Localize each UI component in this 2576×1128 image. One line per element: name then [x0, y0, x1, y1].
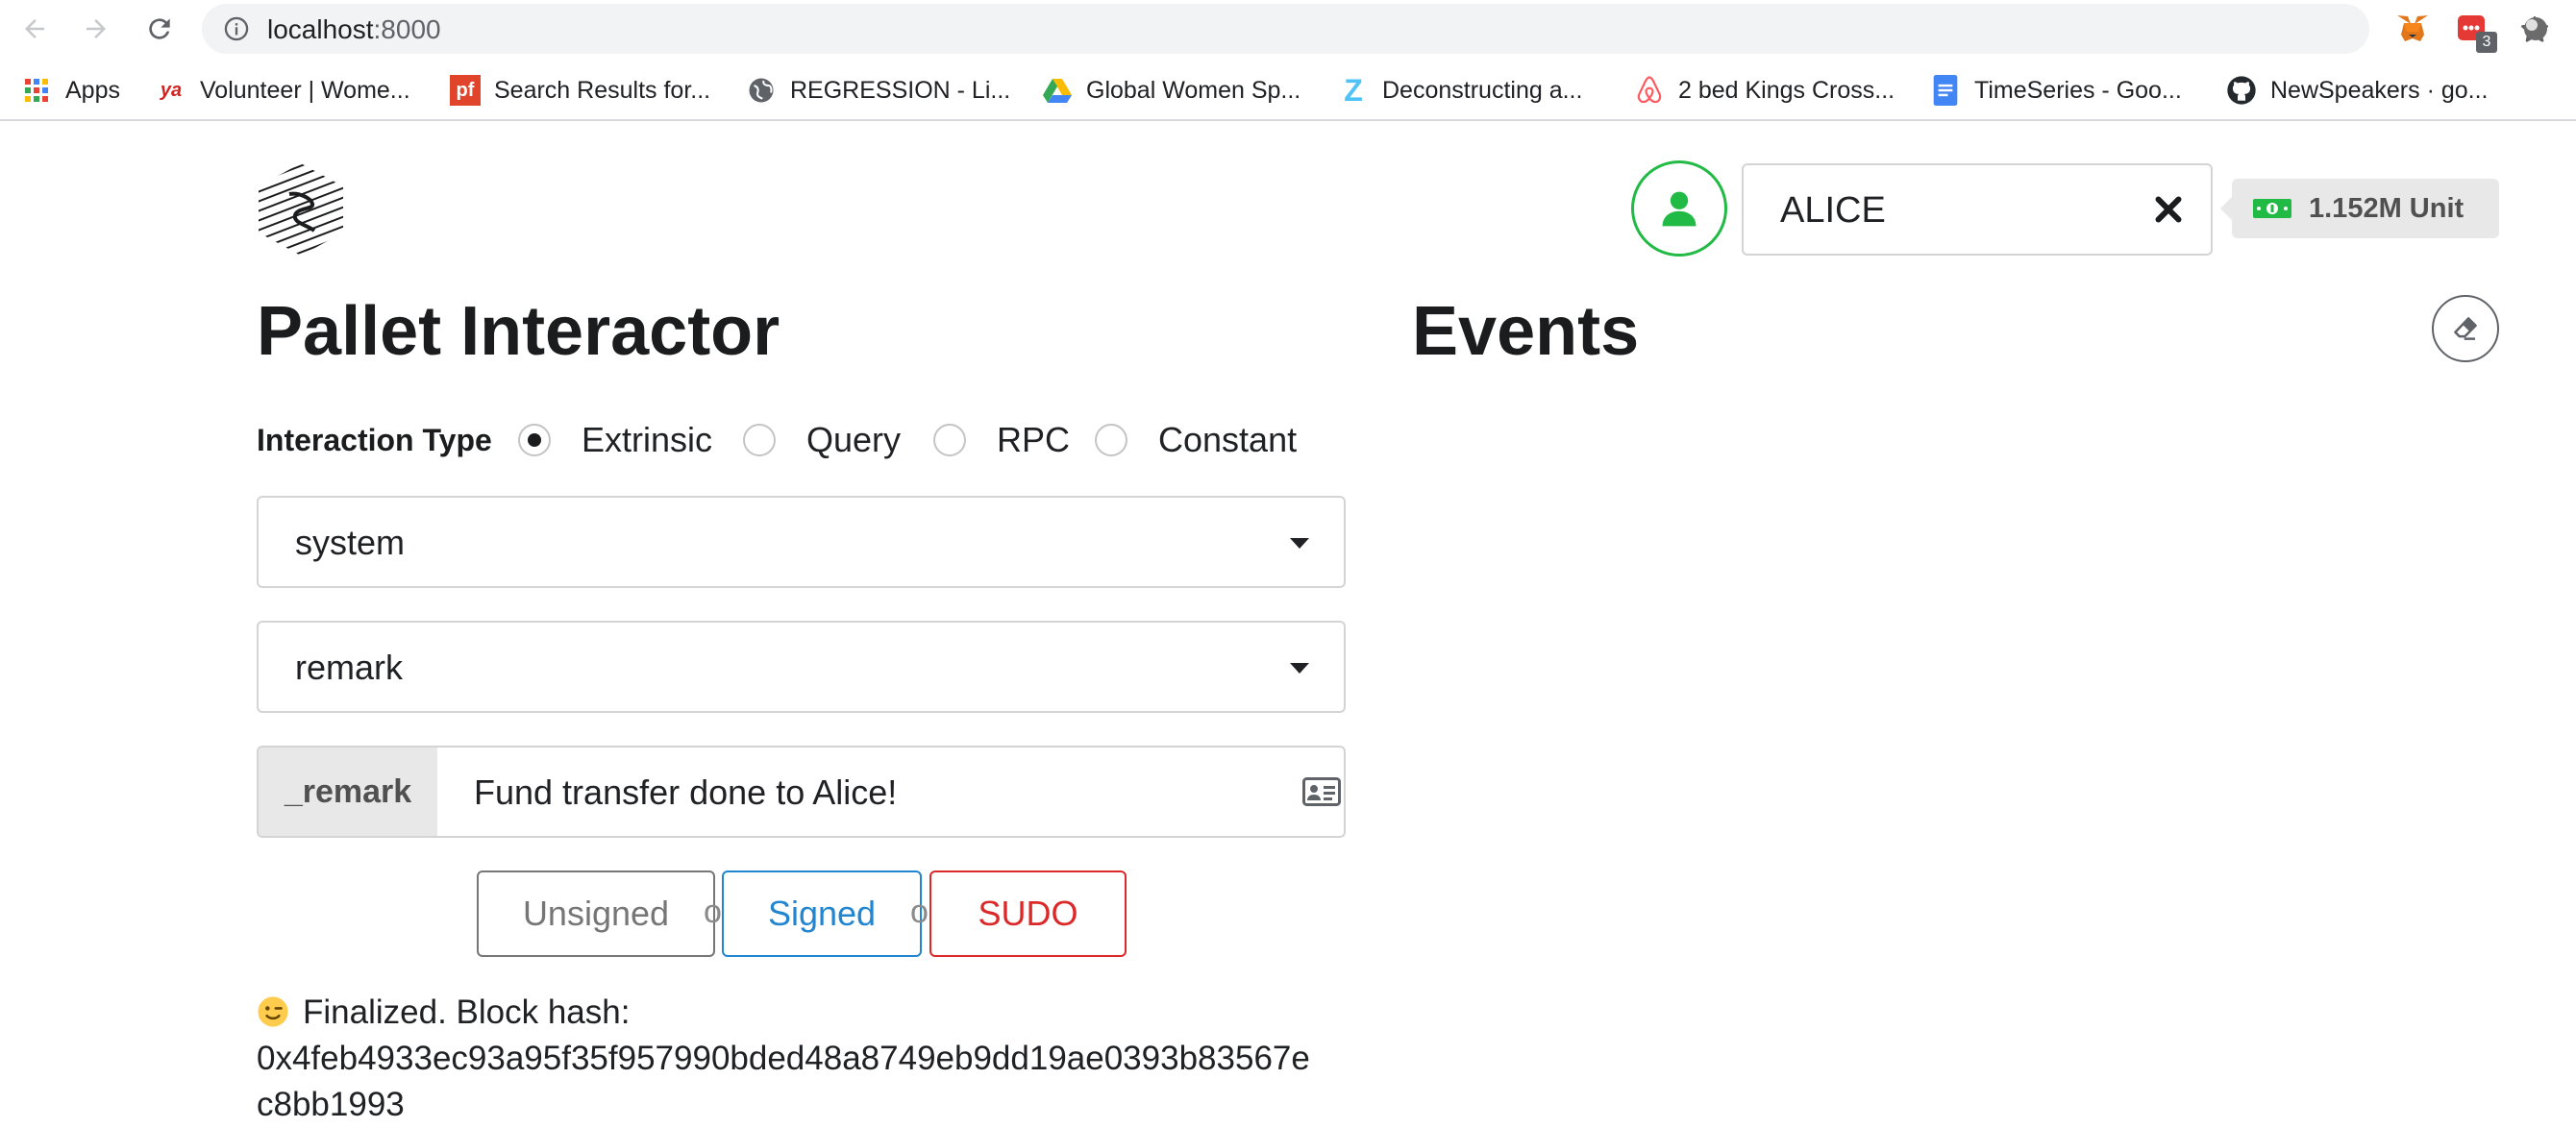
bookmark-timeseries[interactable]: TimeSeries - Goo... — [1930, 73, 2182, 108]
account-selector[interactable]: ALICE — [1742, 163, 2213, 256]
balance-pointer — [2220, 197, 2232, 220]
pallet-interactor-title: Pallet Interactor — [257, 293, 780, 370]
pf-icon: pf — [450, 75, 481, 106]
url-port: :8000 — [373, 14, 441, 44]
zoho-icon-text: Z — [1344, 72, 1363, 108]
tx-status: Finalized. Block hash: 0x4feb4933ec93a95… — [257, 990, 1362, 1128]
interaction-type-label: Interaction Type — [257, 423, 492, 457]
forward-arrow-icon — [87, 19, 106, 38]
yelp-icon-text: ya — [160, 79, 183, 101]
airbnb-icon — [1634, 75, 1665, 106]
block-hash-line-2: c8bb1993 — [257, 1086, 405, 1123]
back-arrow-icon — [25, 19, 44, 38]
browser-toolbar: localhost:8000 3 — [0, 0, 2576, 58]
bookmark-regression[interactable]: REGRESSION - Li... — [746, 73, 1010, 108]
bookmark-label: Deconstructing a... — [1382, 76, 1583, 104]
events-title: Events — [1412, 293, 1640, 370]
status-line-1: Finalized. Block hash: — [303, 993, 631, 1031]
wink-emoji-icon — [258, 996, 288, 1027]
radio-dot[interactable] — [518, 424, 551, 456]
google-drive-icon — [1042, 75, 1073, 106]
balance-label: 1.152M Unit — [2232, 179, 2499, 238]
radio-label: RPC — [997, 420, 1071, 459]
radio-rpc[interactable]: RPC — [933, 419, 1070, 461]
reload-icon — [149, 18, 170, 39]
balance-amount: 1.152M Unit — [2309, 192, 2465, 224]
github-icon — [2226, 75, 2257, 106]
yelp-icon: ya — [156, 75, 186, 106]
radio-extrinsic[interactable]: Extrinsic — [518, 419, 712, 461]
back-button[interactable] — [15, 10, 54, 48]
substrate-logo-icon[interactable] — [257, 161, 345, 257]
clear-account-icon[interactable] — [2151, 192, 2186, 227]
param-label: _remark — [259, 748, 437, 836]
user-icon — [1662, 191, 1697, 227]
address-bar[interactable]: localhost:8000 — [202, 4, 2549, 54]
globe-icon — [746, 75, 777, 106]
clear-events-button[interactable] — [2432, 295, 2499, 362]
signed-button[interactable]: Signed — [722, 871, 922, 957]
callable-value: remark — [295, 648, 404, 687]
zoho-z-icon: Z — [1338, 72, 1369, 108]
signed-label: Signed — [767, 894, 877, 933]
extension-badge: 3 — [2476, 32, 2497, 53]
bookmark-label: Global Women Sp... — [1086, 76, 1301, 104]
pallet-dropdown[interactable]: system — [257, 496, 1346, 588]
forward-button[interactable] — [77, 10, 115, 48]
radio-label: Extrinsic — [582, 420, 713, 459]
dropdown-caret-icon — [1290, 538, 1309, 549]
account-name: ALICE — [1780, 190, 1886, 231]
radio-query[interactable]: Query — [743, 419, 901, 461]
radio-dot[interactable] — [743, 424, 776, 456]
unsigned-label: Unsigned — [522, 894, 670, 933]
radio-label: Query — [806, 420, 902, 459]
bookmarks-bar: Apps ya Volunteer | Wome... pf Search Re… — [0, 61, 2576, 121]
money-bill-icon — [2253, 199, 2291, 218]
reload-button[interactable] — [140, 10, 179, 48]
account-avatar[interactable] — [1631, 160, 1727, 257]
sudo-label: SUDO — [978, 894, 1078, 933]
radio-dot[interactable] — [1095, 424, 1127, 456]
bookmark-newspeakers[interactable]: NewSpeakers · go... — [2226, 73, 2489, 108]
sudo-button[interactable]: SUDO — [929, 871, 1127, 957]
dropdown-caret-icon — [1290, 663, 1309, 674]
bookmark-label: 2 bed Kings Cross... — [1678, 76, 1895, 104]
bookmark-label: Volunteer | Wome... — [200, 76, 410, 104]
bookmark-airbnb[interactable]: 2 bed Kings Cross... — [1634, 73, 1895, 108]
block-hash-line-1: 0x4feb4933ec93a95f35f957990bded48a8749eb… — [257, 1040, 1310, 1077]
info-icon[interactable] — [223, 15, 250, 42]
bookmark-label: Apps — [65, 76, 120, 104]
pallet-value: system — [295, 523, 406, 562]
bookmark-global-women[interactable]: Global Women Sp... — [1042, 73, 1300, 108]
remark-param-field[interactable]: _remark Fund transfer done to Alice! — [257, 746, 1346, 838]
callable-dropdown[interactable]: remark — [257, 621, 1346, 713]
bookmark-search-results[interactable]: pf Search Results for... — [450, 73, 710, 108]
metamask-fox-icon[interactable] — [2393, 10, 2432, 48]
google-docs-icon — [1930, 75, 1961, 106]
bookmark-deconstructing[interactable]: Z Deconstructing a... — [1338, 73, 1582, 108]
bookmark-label: Search Results for... — [494, 76, 711, 104]
id-card-icon — [1302, 777, 1341, 806]
radio-dot[interactable] — [933, 424, 966, 456]
radio-constant[interactable]: Constant — [1095, 419, 1297, 461]
unsigned-button[interactable]: Unsigned — [477, 871, 715, 957]
radio-label: Constant — [1158, 420, 1298, 459]
pf-icon-text: pf — [450, 75, 481, 106]
param-input[interactable]: Fund transfer done to Alice! — [474, 772, 897, 813]
url-host: localhost — [267, 14, 374, 44]
apps-grid-icon — [21, 75, 52, 106]
extension-orb-icon[interactable] — [2516, 10, 2555, 48]
bookmark-label: NewSpeakers · go... — [2270, 76, 2489, 104]
bookmark-label: REGRESSION - Li... — [790, 76, 1011, 104]
eraser-icon — [2454, 317, 2477, 340]
bookmark-apps[interactable]: Apps — [21, 73, 120, 108]
bookmark-volunteer[interactable]: ya Volunteer | Wome... — [156, 73, 410, 108]
url-text[interactable]: localhost:8000 — [267, 14, 441, 45]
bookmark-label: TimeSeries - Goo... — [1974, 76, 2182, 104]
